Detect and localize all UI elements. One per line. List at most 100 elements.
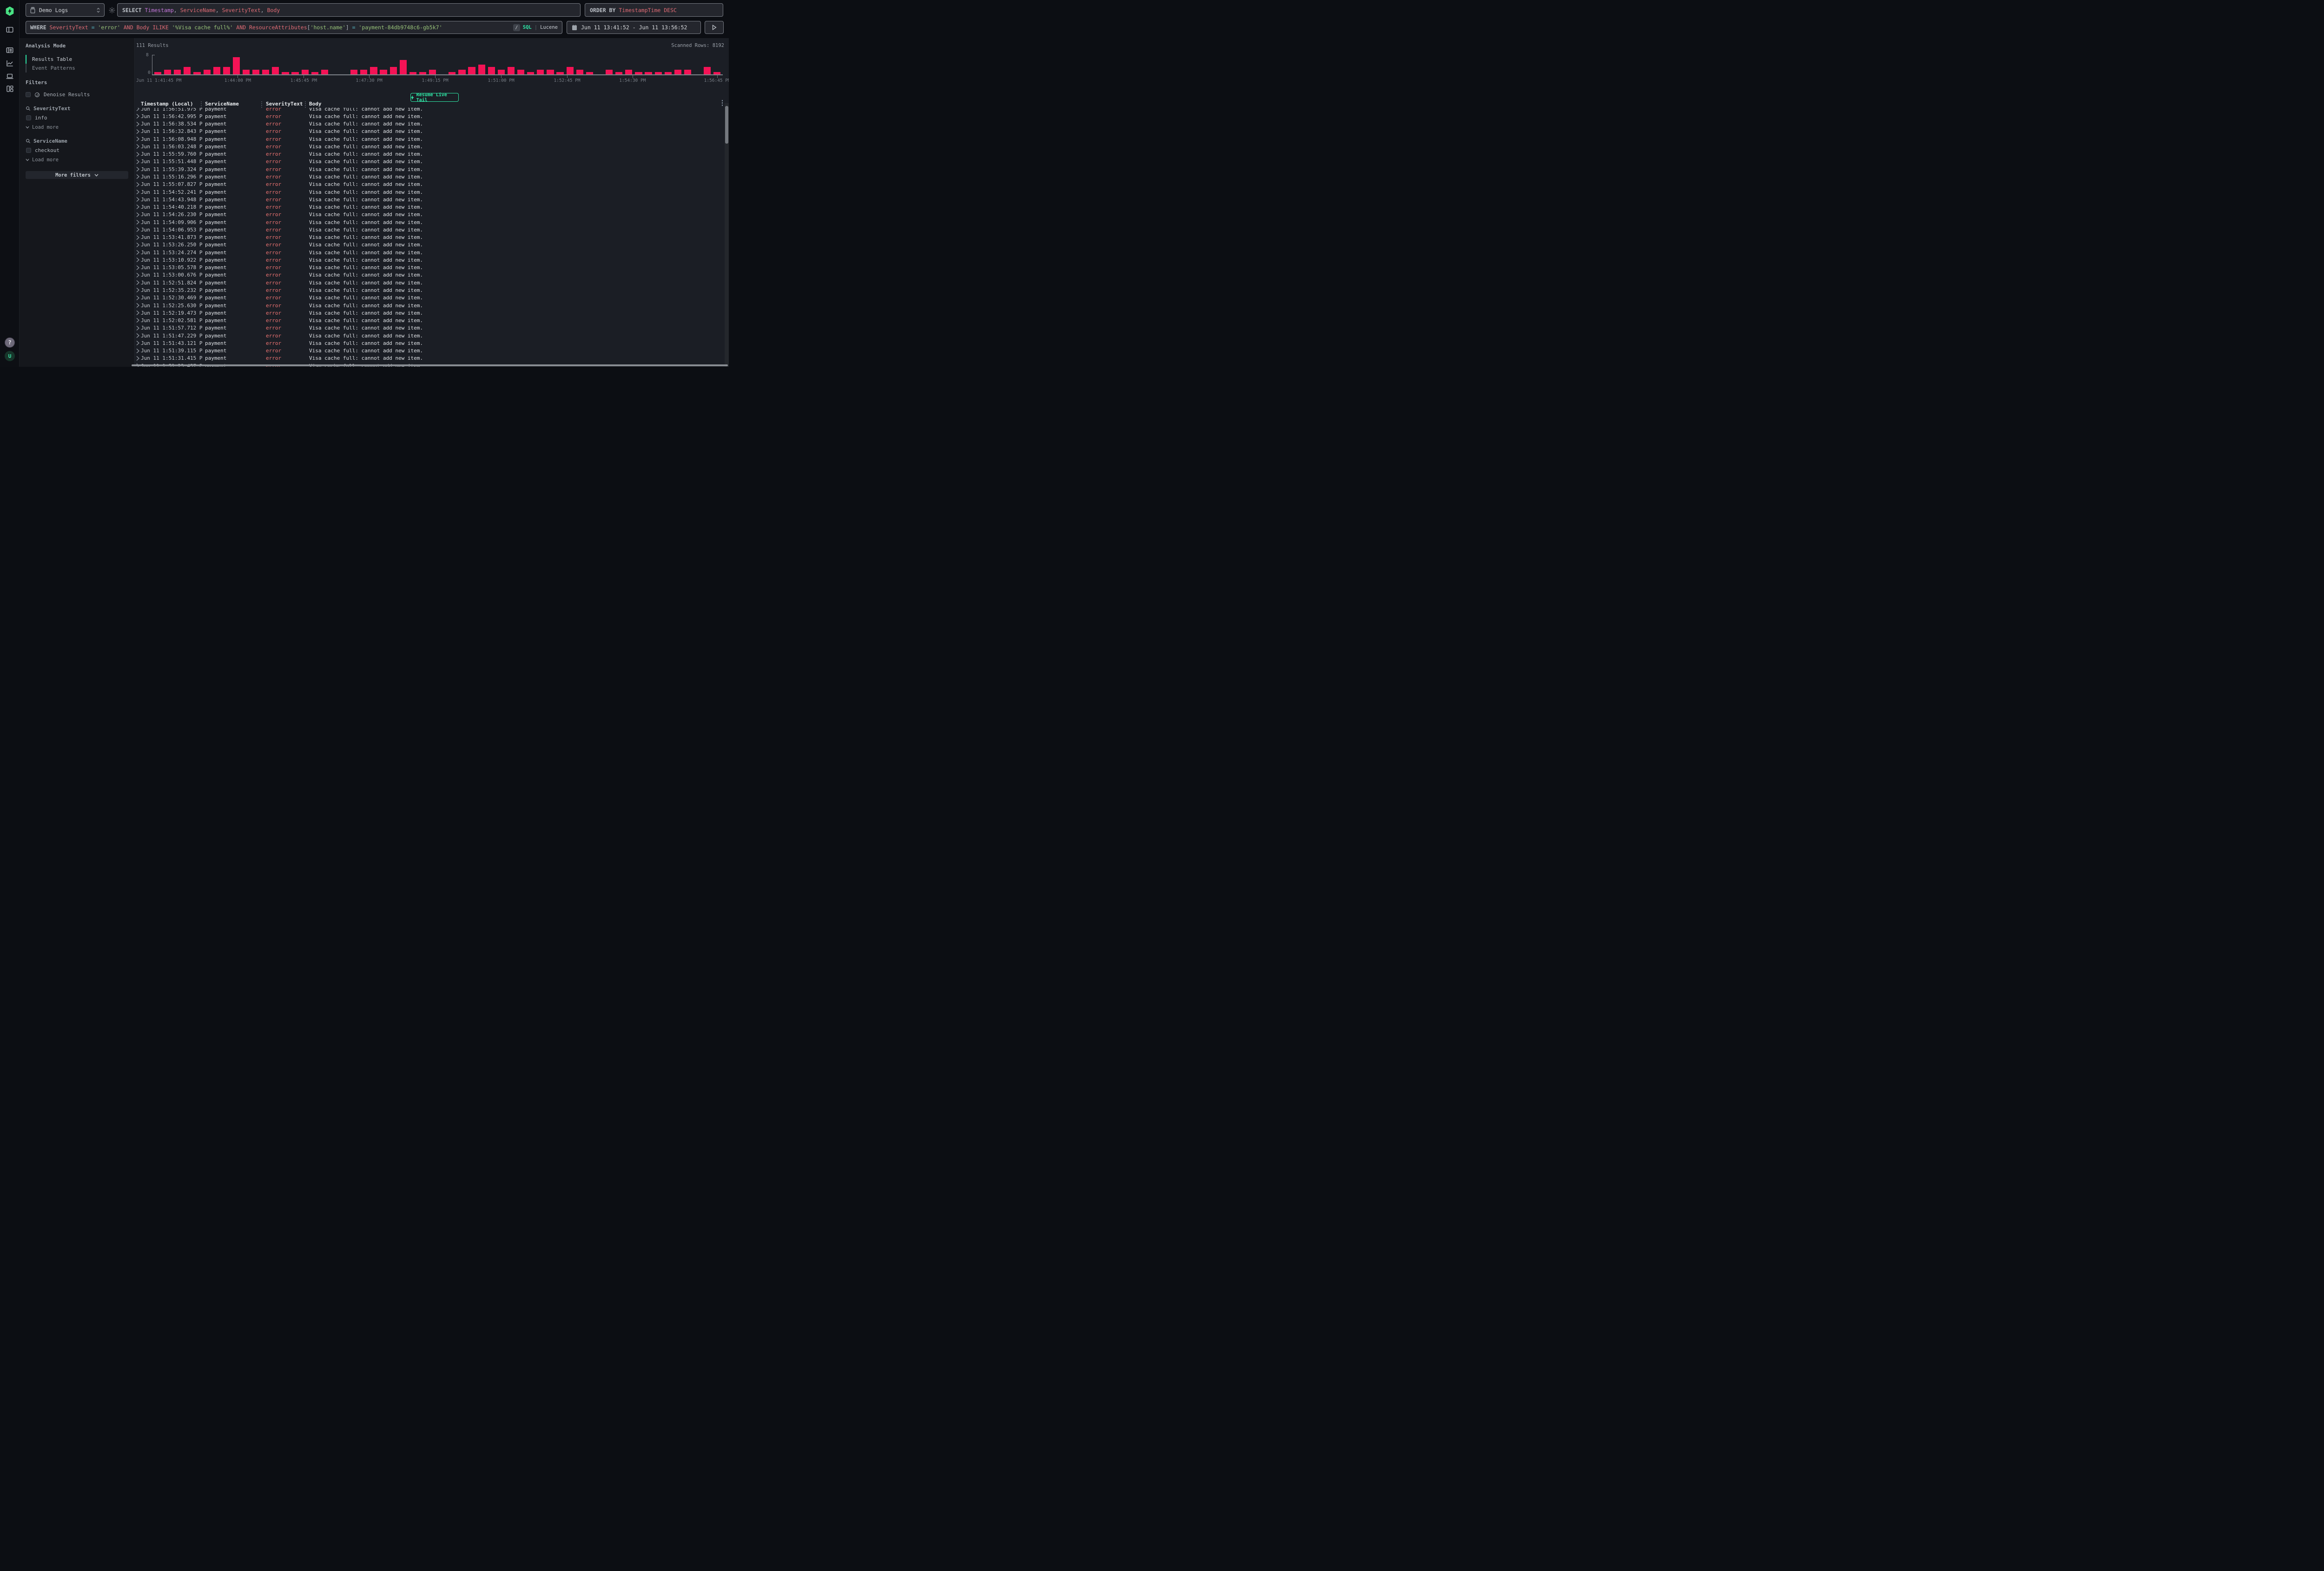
chevron-right-icon[interactable] bbox=[136, 182, 139, 187]
histogram-bar[interactable] bbox=[674, 70, 681, 75]
gear-icon[interactable] bbox=[108, 7, 116, 14]
tab-results-table[interactable]: Results Table bbox=[26, 55, 128, 64]
chevron-right-icon[interactable] bbox=[136, 114, 139, 119]
histogram-bar[interactable] bbox=[576, 70, 583, 75]
histogram-bar[interactable] bbox=[164, 70, 171, 75]
table-row[interactable]: Jun 11 1:56:03.248 PMpaymenterrorVisa ca… bbox=[135, 143, 720, 150]
histogram-bar[interactable] bbox=[478, 65, 485, 74]
table-row[interactable]: Jun 11 1:51:31.415 PMpaymenterrorVisa ca… bbox=[135, 355, 720, 362]
histogram-bar[interactable] bbox=[204, 70, 211, 75]
table-row[interactable]: Jun 11 1:56:38.534 PMpaymenterrorVisa ca… bbox=[135, 120, 720, 128]
chevron-right-icon[interactable] bbox=[136, 250, 139, 255]
chevron-right-icon[interactable] bbox=[136, 159, 139, 164]
table-row[interactable]: Jun 11 1:53:05.578 PMpaymenterrorVisa ca… bbox=[135, 264, 720, 271]
user-avatar[interactable]: U bbox=[5, 351, 15, 361]
order-by-input[interactable]: ORDER BY TimestampTime DESC bbox=[585, 3, 723, 17]
chevron-right-icon[interactable] bbox=[136, 167, 139, 172]
column-resize-handle[interactable] bbox=[261, 101, 262, 108]
time-range-picker[interactable]: Jun 11 13:41:52 - Jun 11 13:56:52 bbox=[567, 21, 701, 34]
table-row[interactable]: Jun 11 1:54:40.218 PMpaymenterrorVisa ca… bbox=[135, 203, 720, 211]
histogram-bar[interactable] bbox=[468, 67, 475, 74]
chevron-right-icon[interactable] bbox=[136, 257, 139, 262]
filter-option-checkout[interactable]: checkout bbox=[26, 147, 128, 153]
column-resize-handle[interactable] bbox=[305, 101, 306, 108]
table-row[interactable]: Jun 11 1:54:09.906 PMpaymenterrorVisa ca… bbox=[135, 218, 720, 226]
table-row[interactable]: Jun 11 1:51:43.121 PMpaymenterrorVisa ca… bbox=[135, 339, 720, 347]
hyperdx-logo-icon[interactable] bbox=[5, 6, 14, 16]
table-row[interactable]: Jun 11 1:51:39.115 PMpaymenterrorVisa ca… bbox=[135, 347, 720, 355]
histogram-bar[interactable] bbox=[223, 67, 230, 74]
source-select[interactable]: Demo Logs bbox=[26, 3, 105, 17]
search-logs-icon[interactable] bbox=[6, 46, 14, 54]
column-header-severitytext[interactable]: SeverityText bbox=[266, 101, 303, 107]
denoise-results-toggle[interactable]: Denoise Results bbox=[26, 92, 128, 98]
table-row[interactable]: Jun 11 1:52:19.473 PMpaymenterrorVisa ca… bbox=[135, 309, 720, 317]
histogram-bar[interactable] bbox=[243, 70, 250, 75]
table-row[interactable]: Jun 11 1:52:30.469 PMpaymenterrorVisa ca… bbox=[135, 294, 720, 302]
histogram-bar[interactable] bbox=[547, 70, 554, 75]
table-row[interactable]: Jun 11 1:55:51.448 PMpaymenterrorVisa ca… bbox=[135, 158, 720, 165]
histogram-bar[interactable] bbox=[174, 70, 181, 75]
table-row[interactable]: Jun 11 1:56:32.843 PMpaymenterrorVisa ca… bbox=[135, 128, 720, 135]
histogram-bar[interactable] bbox=[625, 70, 632, 75]
histogram-bar[interactable] bbox=[302, 70, 309, 75]
chevron-right-icon[interactable] bbox=[136, 174, 139, 179]
column-resize-handle[interactable] bbox=[201, 101, 202, 108]
table-row[interactable]: Jun 11 1:52:35.232 PMpaymenterrorVisa ca… bbox=[135, 286, 720, 294]
vertical-scrollbar-thumb[interactable] bbox=[725, 106, 728, 144]
where-query-input[interactable]: WHERE SeverityText = 'error' AND Body IL… bbox=[26, 21, 562, 34]
histogram-bar[interactable] bbox=[488, 67, 495, 74]
chevron-right-icon[interactable] bbox=[136, 356, 139, 361]
histogram-bar[interactable] bbox=[537, 70, 544, 75]
table-options-icon[interactable] bbox=[722, 100, 723, 106]
chevron-right-icon[interactable] bbox=[136, 341, 139, 345]
table-row[interactable]: Jun 11 1:52:02.581 PMpaymenterrorVisa ca… bbox=[135, 317, 720, 324]
table-row[interactable]: Jun 11 1:53:10.922 PMpaymenterrorVisa ca… bbox=[135, 256, 720, 264]
filter-group-title[interactable]: SeverityText bbox=[33, 106, 70, 112]
run-query-button[interactable] bbox=[705, 21, 724, 34]
table-row[interactable]: Jun 11 1:53:41.873 PMpaymenterrorVisa ca… bbox=[135, 234, 720, 241]
table-row[interactable]: Jun 11 1:56:51.975 PMpaymenterrorVisa ca… bbox=[135, 108, 720, 112]
chevron-right-icon[interactable] bbox=[136, 108, 139, 111]
histogram-bar[interactable] bbox=[400, 60, 407, 75]
select-query-input[interactable]: SELECT Timestamp, ServiceName, SeverityT… bbox=[117, 3, 581, 17]
column-header-timestamp[interactable]: Timestamp (Local) bbox=[141, 101, 193, 107]
histogram-bar[interactable] bbox=[517, 70, 524, 75]
horizontal-scrollbar-thumb[interactable] bbox=[132, 364, 728, 366]
table-row[interactable]: Jun 11 1:54:43.948 PMpaymenterrorVisa ca… bbox=[135, 196, 720, 203]
chevron-right-icon[interactable] bbox=[136, 243, 139, 247]
table-row[interactable]: Jun 11 1:53:00.676 PMpaymenterrorVisa ca… bbox=[135, 271, 720, 279]
chevron-right-icon[interactable] bbox=[136, 326, 139, 330]
chevron-right-icon[interactable] bbox=[136, 296, 139, 300]
chevron-right-icon[interactable] bbox=[136, 288, 139, 292]
table-row[interactable]: Jun 11 1:52:25.630 PMpaymenterrorVisa ca… bbox=[135, 302, 720, 309]
chevron-right-icon[interactable] bbox=[136, 265, 139, 270]
histogram-bar[interactable] bbox=[360, 70, 367, 75]
help-button[interactable]: ? bbox=[5, 337, 15, 348]
filter-checkbox[interactable] bbox=[26, 148, 31, 153]
more-filters-button[interactable]: More filters bbox=[26, 171, 128, 179]
chevron-right-icon[interactable] bbox=[136, 227, 139, 232]
histogram-bar[interactable] bbox=[704, 67, 711, 74]
chevron-right-icon[interactable] bbox=[136, 212, 139, 217]
chevron-right-icon[interactable] bbox=[136, 349, 139, 353]
table-row[interactable]: Jun 11 1:54:26.230 PMpaymenterrorVisa ca… bbox=[135, 211, 720, 218]
chevron-right-icon[interactable] bbox=[136, 197, 139, 202]
table-row[interactable]: Jun 11 1:55:07.827 PMpaymenterrorVisa ca… bbox=[135, 181, 720, 188]
tab-event-patterns[interactable]: Event Patterns bbox=[26, 64, 128, 73]
table-row[interactable]: Jun 11 1:53:26.250 PMpaymenterrorVisa ca… bbox=[135, 241, 720, 249]
table-row[interactable]: Jun 11 1:53:24.274 PMpaymenterrorVisa ca… bbox=[135, 249, 720, 256]
table-row[interactable]: Jun 11 1:54:52.241 PMpaymenterrorVisa ca… bbox=[135, 188, 720, 196]
chevron-right-icon[interactable] bbox=[136, 122, 139, 126]
table-row[interactable]: Jun 11 1:55:16.296 PMpaymenterrorVisa ca… bbox=[135, 173, 720, 180]
chart-icon[interactable] bbox=[6, 59, 14, 67]
histogram-bar[interactable] bbox=[498, 70, 505, 75]
table-row[interactable]: Jun 11 1:54:06.953 PMpaymenterrorVisa ca… bbox=[135, 226, 720, 233]
chevron-right-icon[interactable] bbox=[136, 303, 139, 308]
histogram-bar[interactable] bbox=[350, 70, 357, 75]
chevron-right-icon[interactable] bbox=[136, 152, 139, 157]
histogram-bar[interactable] bbox=[429, 70, 436, 75]
table-row[interactable]: Jun 11 1:55:59.760 PMpaymenterrorVisa ca… bbox=[135, 151, 720, 158]
chevron-right-icon[interactable] bbox=[136, 220, 139, 224]
histogram-bar[interactable] bbox=[390, 67, 397, 74]
